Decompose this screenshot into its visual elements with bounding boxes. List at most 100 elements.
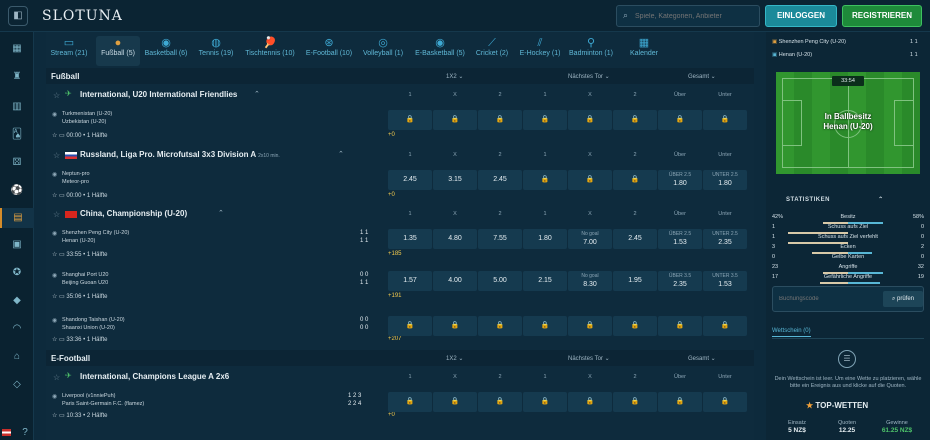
chevron-up-icon[interactable]: ⌃ [338,150,344,158]
col-label: 1 [408,374,412,380]
favorite-star-icon[interactable]: ☆ [53,373,60,382]
tab-calendar[interactable]: ▦ Kalender [622,36,666,57]
odd-button[interactable]: 2.45 [478,170,522,190]
register-button[interactable]: REGISTRIEREN [842,5,922,27]
odd-locked: 🔒 [703,110,747,130]
odd-button[interactable]: 1.57 [388,271,432,291]
calendar-icon: ▦ [638,37,650,49]
bet-slip-tab[interactable]: Wettschein (0) [772,328,811,337]
slots-icon[interactable]: ▥ [10,100,24,114]
odd-button[interactable]: UNTER 3.5 1.53 [703,271,747,291]
more-markets[interactable]: +0 [388,192,395,198]
diamond-icon[interactable]: ◆ [10,294,24,308]
chevron-up-icon[interactable]: ⌃ [878,197,884,203]
tab-basketball[interactable]: ◉ Basketball (6) [142,36,190,57]
tab-cricket[interactable]: ⟋ Cricket (2) [472,36,512,57]
grid-icon[interactable]: ▦ [10,42,24,56]
russia-flag-icon [65,152,77,159]
col-label: X [453,374,457,380]
castle-icon[interactable]: ♜ [10,70,24,84]
gem-icon[interactable]: ◇ [10,378,24,392]
market-dropdown-next-goal[interactable]: Nächstes Tor ⌄ [568,355,610,362]
flag-icon[interactable] [2,426,12,440]
more-markets[interactable]: +191 [388,293,402,299]
check-code-button[interactable]: ⌕ prüfen [883,291,923,307]
more-markets[interactable]: +185 [388,251,402,257]
chevron-up-icon[interactable]: ⌃ [218,209,224,217]
odd-locked: 🔒 [388,110,432,130]
favorite-star-icon[interactable]: ☆ [53,91,60,100]
tab-tennis[interactable]: ◍ Tennis (19) [196,36,236,57]
tab-volleyball[interactable]: ◎ Volleyball (1) [360,36,406,57]
odd-button[interactable]: 1.35 [388,229,432,249]
sidebar-toggle-icon[interactable]: ◧ [8,6,28,26]
tab-e-football[interactable]: ⊛ E-Football (10) [304,36,354,57]
match-row[interactable]: ◉ Shanghai Port U20 Beijing Guoan U20 0 … [46,269,754,319]
odd-button[interactable]: 4.00 [433,271,477,291]
more-markets[interactable]: +0 [388,132,395,138]
search-box[interactable]: ⌕ [616,5,760,27]
odd-locked: 🔒 [433,110,477,130]
favorite-star-icon[interactable]: ☆ [53,210,60,219]
odd-button[interactable]: 1.95 [613,271,657,291]
odd-button[interactable]: ÜBER 3.5 2.35 [658,271,702,291]
market-dropdown-total[interactable]: Gesamt ⌄ [688,355,716,362]
chevron-up-icon[interactable]: ⌃ [254,90,260,98]
odd-button[interactable]: UNTER 2.5 1.80 [703,170,747,190]
team-away: Henan (U-20) [62,238,96,244]
tab-label: Volleyball (1) [362,50,404,57]
dice-icon[interactable]: ⚄ [10,156,24,170]
login-button[interactable]: EINLOGGEN [765,5,837,27]
tab-e-hockey[interactable]: ⫽ E-Hockey (1) [518,36,562,57]
top-bets-title: ★ TOP-WETTEN [806,401,869,410]
odd-button[interactable]: ÜBER 2.5 1.80 [658,170,702,190]
odd-button[interactable]: 2.45 [613,229,657,249]
odd-locked: 🔒 [613,392,657,412]
booking-code-input[interactable] [779,293,879,305]
logo[interactable]: SLOTUNA [42,8,123,24]
live-sports-icon[interactable]: ▤ [0,208,34,228]
market-dropdown-total[interactable]: Gesamt ⌄ [688,73,716,80]
stat-home: 3 [772,244,776,250]
favorite-star-icon[interactable]: ☆ [53,151,60,160]
odd-button[interactable]: 4.80 [433,229,477,249]
stats-header[interactable]: STATISTIKEN ⌃ [786,196,910,203]
cards-icon[interactable]: 🂡 [10,128,24,142]
tab-stream[interactable]: ▭ Stream (21) [48,36,90,57]
odd-button[interactable]: No goal 7.00 [568,229,612,249]
china-flag-icon [65,211,77,218]
more-markets[interactable]: +207 [388,336,402,342]
help-icon[interactable]: ? [18,426,32,440]
odd-button[interactable]: 3.15 [433,170,477,190]
wave-icon[interactable]: ◠ [10,322,24,336]
medal-icon[interactable]: ✪ [10,266,24,280]
odd-button[interactable]: 1.80 [523,229,567,249]
tab-badminton[interactable]: ⚲ Badminton (1) [566,36,616,57]
tv-sport-icon[interactable]: ▣ [10,238,24,252]
odd-button[interactable]: 2.45 [388,170,432,190]
team-away: Uzbekistan (U-20) [62,119,107,125]
odd-button[interactable]: 2.15 [523,271,567,291]
tab-label: Stream (21) [50,50,88,57]
more-markets[interactable]: +0 [388,412,395,418]
odd-button[interactable]: UNTER 2.5 2.35 [703,229,747,249]
odd-button[interactable]: ÜBER 2.5 1.53 [658,229,702,249]
tab-football[interactable]: ● Fußball (5) [96,36,140,66]
odd-button[interactable]: 7.55 [478,229,522,249]
match-row[interactable]: ◉ Liverpool (v1nniePuh) Paris Saint-Germ… [46,390,754,440]
section-title: E-Football [51,354,91,363]
team-away: Beijing Guoan U20 [62,280,109,286]
soccer-icon[interactable]: ⚽ [10,184,24,198]
tab-table-tennis[interactable]: 🏓 Tischtennis (10) [242,36,298,57]
odd-button[interactable]: No goal 8.30 [568,271,612,291]
odd-locked: 🔒 [523,110,567,130]
market-dropdown-1x2[interactable]: 1X2 ⌄ [446,355,463,362]
odd-button[interactable]: 5.00 [478,271,522,291]
search-input[interactable] [635,9,755,23]
tab-e-basketball[interactable]: ◉ E-Basketball (5) [412,36,468,57]
shop-icon[interactable]: ⌂ [10,350,24,364]
market-dropdown-1x2[interactable]: 1X2 ⌄ [446,73,463,80]
stat-away: 58% [912,214,924,220]
stat-name: Besitz [840,214,856,220]
market-dropdown-next-goal[interactable]: Nächstes Tor ⌄ [568,73,610,80]
